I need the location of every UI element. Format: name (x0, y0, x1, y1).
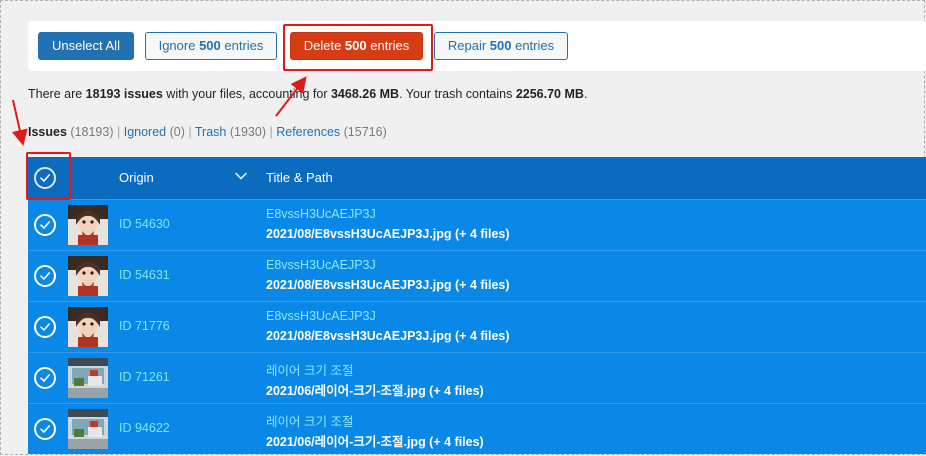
file-path: 2021/08/E8vssH3UcAEJP3J.jpg (+ 4 files) (266, 227, 510, 241)
media-thumbnail[interactable] (68, 307, 108, 347)
origin-id-link[interactable]: ID 71261 (119, 370, 170, 384)
filter-references[interactable]: References (276, 125, 340, 139)
row-checkbox[interactable] (34, 214, 56, 236)
media-thumbnail[interactable] (68, 409, 108, 449)
filter-separator: | (269, 125, 273, 139)
media-thumbnail[interactable] (68, 358, 108, 398)
summary-text-2: with your files, accounting for (162, 87, 331, 101)
filter-separator: | (116, 125, 121, 139)
view-filters: Issues (18193) | Ignored (0) | Trash (19… (28, 125, 387, 139)
check-icon (40, 425, 50, 433)
column-header-origin[interactable]: Origin (119, 170, 154, 185)
row-checkbox[interactable] (34, 418, 56, 440)
filter-trash[interactable]: Trash (195, 125, 227, 139)
check-icon (40, 221, 50, 229)
row-checkbox[interactable] (34, 367, 56, 389)
file-path: 2021/08/E8vssH3UcAEJP3J.jpg (+ 4 files) (266, 329, 510, 343)
row-checkbox[interactable] (34, 265, 56, 287)
ignore-suffix: entries (220, 38, 264, 53)
check-icon (40, 323, 50, 331)
media-thumbnail[interactable] (68, 205, 108, 245)
origin-id-link[interactable]: ID 54631 (119, 268, 170, 282)
filter-trash-count: (1930) (229, 125, 266, 139)
origin-id-link[interactable]: ID 94622 (119, 421, 170, 435)
file-path: 2021/08/E8vssH3UcAEJP3J.jpg (+ 4 files) (266, 278, 510, 292)
summary-text-4: . (583, 87, 588, 101)
summary-text-1: There are (28, 87, 86, 101)
filter-issues[interactable]: Issues (28, 125, 67, 139)
filter-separator: | (188, 125, 192, 139)
table-body: ID 54630 E8vssH3UcAEJP3J 2021/08/E8vssH3… (28, 199, 926, 454)
origin-id-link[interactable]: ID 54630 (119, 217, 170, 231)
summary-text-3: . Your trash contains (399, 87, 516, 101)
title-link[interactable]: 레이어 크기 조절 (266, 411, 353, 430)
title-link[interactable]: 레이어 크기 조절 (266, 360, 353, 379)
bulk-actions-toolbar: Unselect All Ignore 500 entries Delete 5… (28, 21, 926, 71)
check-icon (40, 374, 50, 382)
table-row[interactable]: ID 54631 E8vssH3UcAEJP3J 2021/08/E8vssH3… (28, 250, 926, 301)
summary-size: 3468.26 MB (330, 87, 400, 101)
annotation-box-select-all (26, 152, 71, 200)
unselect-all-label: Unselect All (52, 38, 120, 53)
issues-summary: There are 18193 issues with your files, … (28, 87, 587, 101)
origin-id-link[interactable]: ID 71776 (119, 319, 170, 333)
issues-table: Origin Title & Path ID 54630 E8vssH3UcAE… (28, 157, 926, 456)
table-header: Origin Title & Path (28, 157, 926, 199)
title-link[interactable]: E8vssH3UcAEJP3J (266, 207, 376, 221)
summary-trash-size: 2256.70 MB (515, 87, 584, 101)
repair-entries-button[interactable]: Repair 500 entries (434, 32, 568, 60)
chevron-down-icon[interactable] (233, 168, 249, 184)
filter-ignored[interactable]: Ignored (124, 125, 166, 139)
ignore-prefix: Ignore (158, 38, 200, 53)
filter-ignored-count: (0) (169, 125, 185, 139)
table-row[interactable]: ID 71776 E8vssH3UcAEJP3J 2021/08/E8vssH3… (28, 301, 926, 352)
table-row[interactable]: ID 94622 레이어 크기 조절 2021/06/레이어-크기-조절.jpg… (28, 403, 926, 454)
summary-issues-count: 18193 issues (85, 87, 163, 101)
filter-references-count: (15716) (343, 125, 387, 139)
check-icon (40, 272, 50, 280)
file-path: 2021/06/레이어-크기-조절.jpg (+ 4 files) (266, 435, 484, 449)
repair-prefix: Repair (447, 38, 490, 53)
row-checkbox[interactable] (34, 316, 56, 338)
title-link[interactable]: E8vssH3UcAEJP3J (266, 309, 376, 323)
title-link[interactable]: E8vssH3UcAEJP3J (266, 258, 376, 272)
ignore-entries-button[interactable]: Ignore 500 entries (145, 32, 277, 60)
table-row[interactable]: ID 54630 E8vssH3UcAEJP3J 2021/08/E8vssH3… (28, 199, 926, 250)
ignore-count: 500 (199, 38, 221, 53)
unselect-all-button[interactable]: Unselect All (38, 32, 134, 60)
media-thumbnail[interactable] (68, 256, 108, 296)
filter-issues-count: (18193) (70, 125, 114, 139)
file-path: 2021/06/레이어-크기-조절.jpg (+ 4 files) (266, 384, 484, 398)
repair-count: 500 (489, 38, 512, 53)
annotation-box-delete (283, 24, 433, 71)
table-row[interactable]: ID 71261 레이어 크기 조절 2021/06/레이어-크기-조절.jpg… (28, 352, 926, 403)
column-header-title-path: Title & Path (266, 170, 333, 185)
repair-suffix: entries (511, 38, 555, 53)
